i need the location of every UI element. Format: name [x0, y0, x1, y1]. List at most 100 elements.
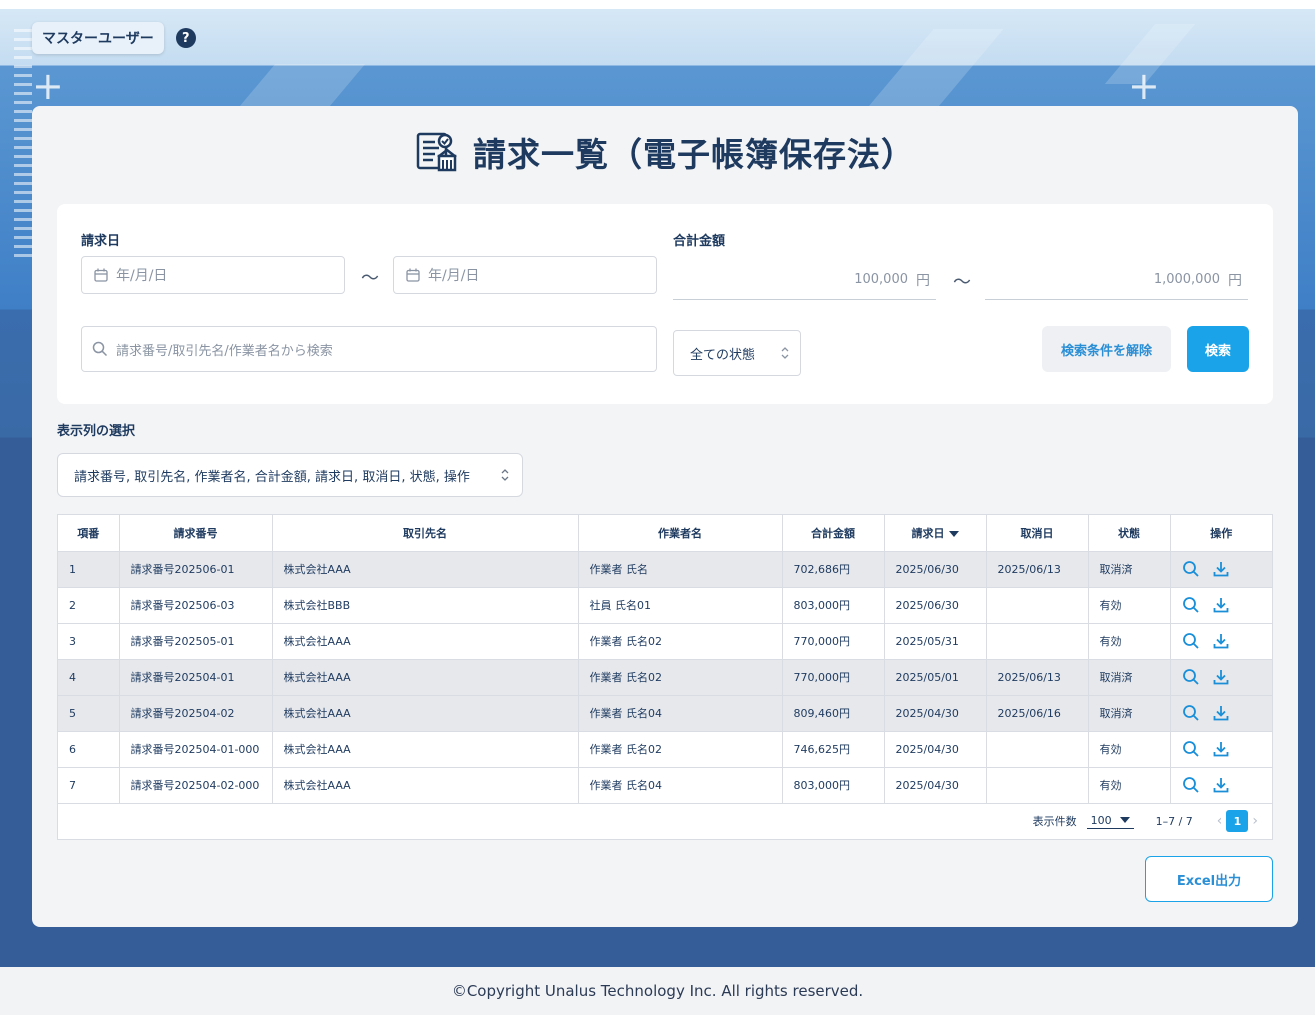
- table-row[interactable]: 7 請求番号202504-02-000 株式会社AAA 作業者 氏名04 803,000…: [58, 767, 1272, 804]
- top-bar: マスターユーザー ?: [32, 22, 196, 54]
- page-button-current[interactable]: 1: [1226, 810, 1249, 832]
- row-status: 有効: [1088, 731, 1171, 768]
- per-page-select[interactable]: 100: [1086, 814, 1134, 829]
- excel-export-button[interactable]: Excel出力: [1145, 856, 1273, 902]
- row-no: 6: [58, 731, 120, 768]
- download-icon[interactable]: [1212, 776, 1230, 794]
- download-icon[interactable]: [1212, 740, 1230, 758]
- pagination: 表示件数 100 1–7 / 7 ‹ 1 ›: [58, 803, 1272, 839]
- row-cancel-date: 2025/06/13: [986, 551, 1089, 588]
- help-icon[interactable]: ?: [175, 28, 196, 48]
- row-actions: [1170, 695, 1272, 732]
- row-actions: [1170, 623, 1272, 660]
- row-status: 有効: [1088, 587, 1171, 624]
- search-icon: [92, 341, 108, 357]
- row-cancel-date: [986, 623, 1089, 660]
- download-icon[interactable]: [1212, 560, 1230, 578]
- column-select-label: 表示列の選択: [57, 424, 136, 439]
- row-worker: 作業者 氏名02: [578, 623, 783, 660]
- header-no[interactable]: 項番: [58, 515, 120, 552]
- table-row[interactable]: 2 請求番号202506-03 株式会社BBB 社員 氏名01 803,000円 2025…: [58, 587, 1272, 624]
- search-icon[interactable]: [1182, 632, 1200, 650]
- chevron-right-icon[interactable]: ›: [1252, 813, 1258, 829]
- date-to-input[interactable]: 年/月/日: [393, 256, 657, 294]
- select-chevrons-icon: [781, 347, 789, 359]
- row-no: 5: [58, 695, 120, 732]
- copyright-text: ©Copyright Unalus Technology Inc. All ri…: [451, 982, 864, 1000]
- row-invoice-number: 請求番号202506-03: [119, 587, 273, 624]
- table-row[interactable]: 6 請求番号202504-01-000 株式会社AAA 作業者 氏名02 746,625…: [58, 731, 1272, 768]
- row-actions: [1170, 659, 1272, 696]
- row-invoice-number: 請求番号202506-01: [119, 551, 273, 588]
- download-icon[interactable]: [1212, 668, 1230, 686]
- table-row[interactable]: 4 請求番号202504-01 株式会社AAA 作業者 氏名02 770,000円 202…: [58, 659, 1272, 696]
- column-select-value: 請求番号, 取引先名, 作業者名, 合計金額, 請求日, 取消日, 状態, 操作: [74, 469, 470, 485]
- row-amount: 809,460円: [782, 695, 885, 732]
- search-button[interactable]: 検索: [1187, 326, 1249, 372]
- header-cancel-date[interactable]: 取消日: [986, 515, 1089, 552]
- row-invoice-date: 2025/06/30: [884, 551, 987, 588]
- caret-down-icon: [1119, 817, 1130, 823]
- search-icon[interactable]: [1182, 740, 1200, 758]
- yen-unit: 円: [1228, 272, 1242, 289]
- row-worker: 作業者 氏名02: [578, 659, 783, 696]
- column-select[interactable]: 請求番号, 取引先名, 作業者名, 合計金額, 請求日, 取消日, 状態, 操作: [57, 453, 523, 497]
- page-range: 1–7 / 7: [1155, 814, 1193, 828]
- row-client: 株式会社AAA: [272, 731, 579, 768]
- row-amount: 803,000円: [782, 587, 885, 624]
- search-icon[interactable]: [1182, 560, 1200, 578]
- header-invoice-number[interactable]: 請求番号: [119, 515, 273, 552]
- header-status[interactable]: 状態: [1088, 515, 1171, 552]
- header-invoice-date[interactable]: 請求日: [884, 515, 987, 552]
- sort-desc-icon: [948, 530, 959, 537]
- row-invoice-date: 2025/05/01: [884, 659, 987, 696]
- yen-unit: 円: [916, 272, 930, 289]
- invoice-date-label: 請求日: [81, 234, 121, 249]
- row-no: 4: [58, 659, 120, 696]
- header-actions: 操作: [1170, 515, 1272, 552]
- row-cancel-date: [986, 587, 1089, 624]
- search-icon[interactable]: [1182, 596, 1200, 614]
- row-client: 株式会社AAA: [272, 659, 579, 696]
- row-worker: 作業者 氏名04: [578, 695, 783, 732]
- header-amount[interactable]: 合計金額: [782, 515, 885, 552]
- page-title: 請求一覧（電子帳簿保存法）: [473, 135, 915, 174]
- date-from-input[interactable]: 年/月/日: [81, 256, 345, 294]
- row-amount: 770,000円: [782, 659, 885, 696]
- amount-max-input[interactable]: 1,000,000 円: [985, 260, 1248, 300]
- date-range-separator: 〜: [361, 268, 379, 289]
- status-select[interactable]: 全ての状態: [673, 330, 801, 376]
- header-worker[interactable]: 作業者名: [578, 515, 783, 552]
- row-worker: 作業者 氏名02: [578, 731, 783, 768]
- search-icon[interactable]: [1182, 776, 1200, 794]
- footer: ©Copyright Unalus Technology Inc. All ri…: [0, 967, 1315, 1015]
- row-client: 株式会社AAA: [272, 623, 579, 660]
- table-row[interactable]: 3 請求番号202505-01 株式会社AAA 作業者 氏名02 770,000円 202…: [58, 623, 1272, 660]
- header-invoice-date-label: 請求日: [911, 526, 945, 540]
- search-icon[interactable]: [1182, 668, 1200, 686]
- keyword-search-input[interactable]: 請求番号/取引先名/作業者名から検索: [81, 326, 657, 372]
- row-invoice-number: 請求番号202504-02-000: [119, 767, 273, 804]
- row-worker: 作業者 氏名04: [578, 767, 783, 804]
- table-row[interactable]: 5 請求番号202504-02 株式会社AAA 作業者 氏名04 809,460円 202…: [58, 695, 1272, 732]
- row-status: 取消済: [1088, 695, 1171, 732]
- download-icon[interactable]: [1212, 632, 1230, 650]
- download-icon[interactable]: [1212, 704, 1230, 722]
- row-actions: [1170, 767, 1272, 804]
- user-role-badge[interactable]: マスターユーザー: [32, 22, 164, 54]
- table-row[interactable]: 1 請求番号202506-01 株式会社AAA 作業者 氏名 702,686円 2025/…: [58, 551, 1272, 588]
- row-invoice-number: 請求番号202504-01-000: [119, 731, 273, 768]
- header-client[interactable]: 取引先名: [272, 515, 579, 552]
- clear-filters-button[interactable]: 検索条件を解除: [1042, 326, 1171, 372]
- row-invoice-date: 2025/05/31: [884, 623, 987, 660]
- amount-min-value: 100,000: [854, 272, 908, 287]
- date-from-placeholder: 年/月/日: [116, 268, 168, 284]
- row-actions: [1170, 731, 1272, 768]
- row-invoice-number: 請求番号202504-02: [119, 695, 273, 732]
- row-actions: [1170, 587, 1272, 624]
- amount-min-input[interactable]: 100,000 円: [673, 260, 936, 300]
- download-icon[interactable]: [1212, 596, 1230, 614]
- search-icon[interactable]: [1182, 704, 1200, 722]
- chevron-left-icon[interactable]: ‹: [1217, 813, 1223, 829]
- row-cancel-date: [986, 767, 1089, 804]
